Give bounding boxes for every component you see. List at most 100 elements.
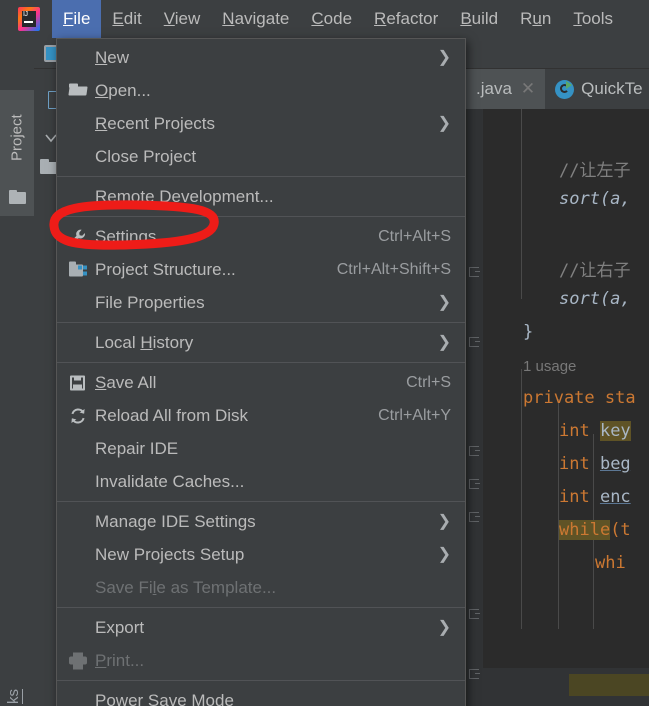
editor-tab[interactable]: QuickTe	[545, 69, 649, 109]
menu-bar-item-navigate[interactable]: Navigate	[211, 0, 300, 38]
menu-bar-item-label: Code	[311, 9, 353, 28]
code-line: }	[523, 322, 534, 342]
menu-item-local-history[interactable]: Local History ❯	[57, 326, 465, 359]
intellij-idea-logo-icon: IJ	[14, 4, 44, 34]
menu-separator	[57, 322, 465, 323]
menu-bar-item-label: Edit	[112, 9, 142, 28]
project-structure-icon	[69, 261, 87, 278]
menu-separator	[57, 216, 465, 217]
tool-window-stripe-left: Project ks	[0, 38, 34, 706]
code-fold-icon[interactable]	[469, 512, 480, 522]
close-icon[interactable]: ✕	[521, 79, 535, 99]
menu-bar-item-label: Run	[520, 9, 552, 28]
menu-bar-item-code[interactable]: Code	[300, 0, 363, 38]
menu-item-open[interactable]: Open...	[57, 74, 465, 107]
code-hint: 1 usage	[523, 358, 577, 375]
menu-item-new[interactable]: New ❯	[57, 41, 465, 74]
sidebar-item-project[interactable]: Project	[0, 90, 34, 216]
menu-item-shortcut: Ctrl+S	[406, 373, 451, 391]
menu-item-recent-projects[interactable]: Recent Projects ❯	[57, 107, 465, 140]
menu-item-power-save-mode[interactable]: Power Save Mode	[57, 684, 465, 706]
editor-gutter[interactable]	[466, 109, 483, 706]
ide-window: IJ File Edit View Navigate Code Refactor Build…	[0, 0, 649, 706]
menu-item-project-structure[interactable]: Project Structure... Ctrl+Alt+Shift+S	[57, 253, 465, 286]
code-fold-icon[interactable]	[469, 609, 480, 619]
menu-item-new-projects-setup[interactable]: New Projects Setup ❯	[57, 538, 465, 571]
menu-separator	[57, 176, 465, 177]
menu-bar-item-build[interactable]: Build	[449, 0, 509, 38]
chevron-right-icon: ❯	[437, 293, 451, 311]
code-line: int key	[559, 421, 631, 441]
menu-bar-item-refactor[interactable]: Refactor	[363, 0, 449, 38]
code-line: //让右子	[559, 261, 631, 281]
menu-item-remote-development[interactable]: Remote Development...	[57, 180, 465, 213]
editor-tab[interactable]: .java ✕	[466, 69, 546, 109]
menu-item-repair-ide[interactable]: Repair IDE	[57, 432, 465, 465]
menu-item-file-properties[interactable]: File Properties ❯	[57, 286, 465, 319]
menu-item-label: Close Project	[95, 146, 197, 166]
code-fold-icon[interactable]	[469, 446, 480, 456]
code-fold-icon[interactable]	[469, 669, 480, 679]
menu-bar-item-tools[interactable]: Tools	[562, 0, 624, 38]
menu-item-print: Print...	[57, 644, 465, 677]
chevron-right-icon: ❯	[437, 545, 451, 563]
code-line: sort(a,	[559, 289, 631, 309]
chevron-right-icon: ❯	[437, 48, 451, 66]
chevron-right-icon: ❯	[437, 114, 451, 132]
menu-item-label: New Projects Setup	[95, 544, 245, 564]
menu-item-label: Settings...	[95, 226, 171, 246]
code-line: sort(a,	[559, 189, 631, 209]
code-line: int beg	[559, 454, 631, 474]
menu-item-label: Print...	[95, 650, 145, 670]
menu-item-label: Open...	[95, 80, 151, 100]
menu-bar-item-file[interactable]: File	[52, 0, 102, 38]
menu-item-label: Reload All from Disk	[95, 405, 249, 425]
editor-bottom-strip	[483, 668, 649, 706]
file-menu-dropdown[interactable]: New ❯ Open... Recent Projects ❯ Close Project…	[56, 38, 466, 706]
menu-item-reload-all-from-disk[interactable]: Reload All from Disk Ctrl+Alt+Y	[57, 399, 465, 432]
menu-separator	[57, 501, 465, 502]
sidebar-item-bookmarks-label[interactable]: ks	[5, 676, 29, 704]
code-editor[interactable]: //让左子 sort(a, //让右子 sort(a, } 1 usage pr…	[483, 109, 649, 706]
folder-icon	[68, 82, 88, 99]
menu-item-close-project[interactable]: Close Project	[57, 140, 465, 173]
menu-item-label: File Properties	[95, 292, 205, 312]
menu-item-label: Invalidate Caches...	[95, 471, 245, 491]
code-line: //让左子	[559, 161, 631, 181]
printer-icon	[69, 652, 87, 669]
code-line: int enc	[559, 487, 631, 507]
menu-separator	[57, 607, 465, 608]
menu-bar: IJ File Edit View Navigate Code Refactor Build…	[0, 0, 649, 38]
code-fold-icon[interactable]	[469, 267, 480, 277]
menu-item-shortcut: Ctrl+Alt+Y	[378, 406, 451, 424]
menu-bar-item-run[interactable]: Run	[509, 0, 562, 38]
wrench-icon	[69, 228, 87, 245]
menu-item-settings[interactable]: Settings... Ctrl+Alt+S	[57, 220, 465, 253]
menu-bar-item-view[interactable]: View	[153, 0, 212, 38]
menu-item-shortcut: Ctrl+Alt+Shift+S	[336, 260, 451, 278]
editor-area: .java ✕ QuickTe //让左子 sort(a, //让右子 sort(a…	[466, 69, 649, 706]
chevron-right-icon: ❯	[437, 333, 451, 351]
code-line: private sta	[523, 388, 636, 408]
folder-icon	[9, 190, 26, 204]
editor-tab-bar: .java ✕ QuickTe	[466, 69, 649, 109]
menu-item-invalidate-caches[interactable]: Invalidate Caches...	[57, 465, 465, 498]
editor-tab-label: QuickTe	[581, 79, 643, 98]
menu-bar-item-label: Refactor	[374, 9, 439, 28]
menu-item-label: Save All	[95, 372, 157, 392]
code-fold-icon[interactable]	[469, 479, 480, 489]
reload-icon	[69, 407, 87, 424]
sidebar-item-project-label: Project	[8, 114, 26, 162]
menu-item-manage-ide-settings[interactable]: Manage IDE Settings ❯	[57, 505, 465, 538]
code-line: while(t	[559, 520, 631, 540]
menu-separator	[57, 680, 465, 681]
code-fold-icon[interactable]	[469, 337, 480, 347]
menu-item-export[interactable]: Export ❯	[57, 611, 465, 644]
editor-tab-label: .java	[476, 79, 512, 98]
menu-item-save-all[interactable]: Save All Ctrl+S	[57, 366, 465, 399]
menu-bar-item-edit[interactable]: Edit	[101, 0, 152, 38]
menu-item-shortcut: Ctrl+Alt+S	[378, 227, 451, 245]
menu-item-label: Export	[95, 617, 145, 637]
menu-bar-item-label: View	[163, 9, 201, 28]
menu-item-label: Repair IDE	[95, 438, 179, 458]
